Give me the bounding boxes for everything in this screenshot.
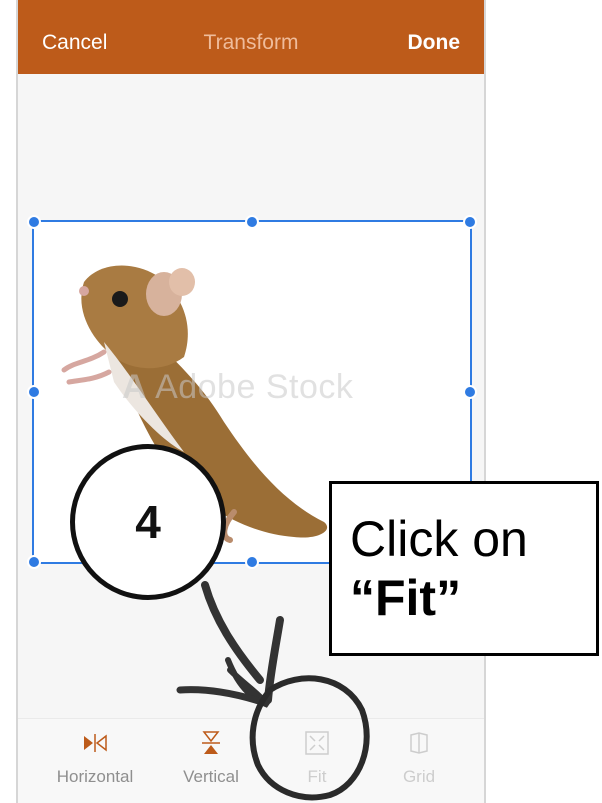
tool-fit[interactable]: Fit [272,729,362,787]
flip-horizontal-icon [84,734,107,752]
crop-handle-top[interactable] [245,215,259,229]
crop-handle-bottom[interactable] [245,555,259,569]
tool-horizontal-label: Horizontal [56,767,134,786]
instruction-text: Click on [350,511,528,567]
done-button[interactable]: Done [408,31,461,55]
step-number-badge: 4 [70,444,226,600]
top-bar: Cancel Transform Done [18,0,484,74]
crop-handle-right[interactable] [463,385,477,399]
crop-handle-top-left[interactable] [27,215,41,229]
tool-fit-label: Fit [307,767,327,786]
crop-handle-bottom-left[interactable] [27,555,41,569]
instruction-callout: Click on “Fit” [329,481,599,656]
tool-vertical[interactable]: Vertical [166,729,256,787]
tool-vertical-label: Vertical [183,767,239,786]
crop-handle-left[interactable] [27,385,41,399]
grid-icon [410,732,428,754]
fit-icon [305,731,329,755]
flip-vertical-icon [202,731,220,754]
instruction-target: “Fit” [350,570,462,626]
tool-horizontal[interactable]: Horizontal [50,729,140,787]
crop-handle-top-right[interactable] [463,215,477,229]
transform-toolbar: Horizontal Vertical Fit Grid [18,718,484,803]
tool-grid-label: Grid [402,767,436,786]
tool-grid[interactable]: Grid [374,729,464,787]
adobe-stock-watermark: A Adobe Stock [122,368,354,406]
phone-screen: Cancel Transform Done A Adobe Stock Hori… [16,0,486,803]
